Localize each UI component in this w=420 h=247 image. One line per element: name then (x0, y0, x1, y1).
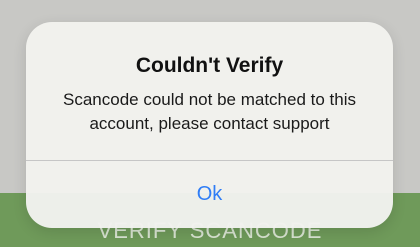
alert-dialog: Couldn't Verify Scancode could not be ma… (26, 22, 393, 228)
alert-message: Scancode could not be matched to this ac… (63, 90, 356, 133)
ok-button[interactable]: Ok (26, 161, 393, 228)
alert-title: Couldn't Verify (135, 54, 284, 77)
